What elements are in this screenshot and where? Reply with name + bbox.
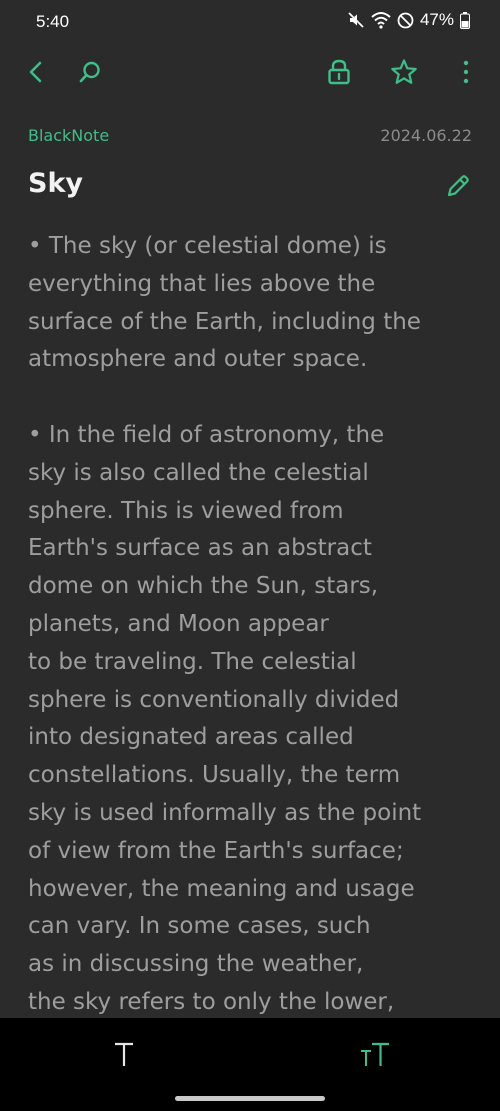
pencil-icon — [444, 175, 472, 204]
back-button[interactable] — [20, 56, 52, 88]
more-button[interactable] — [450, 56, 482, 88]
note-date: 2024.06.22 — [380, 126, 472, 145]
star-icon — [390, 58, 418, 86]
note-paragraph: • In the field of astronomy, the sky is … — [28, 421, 422, 1015]
gesture-nav-handle[interactable] — [175, 1096, 325, 1101]
note-title-row: Sky — [28, 168, 474, 208]
text-size-icon — [358, 1040, 392, 1072]
text-style-button[interactable] — [102, 1036, 146, 1076]
do-not-disturb-icon — [397, 12, 414, 29]
chevron-left-icon — [26, 59, 46, 85]
lock-button[interactable] — [323, 56, 355, 88]
note-meta: BlackNote 2024.06.22 — [28, 126, 472, 148]
folder-name[interactable]: BlackNote — [28, 126, 109, 145]
lock-icon — [326, 58, 352, 86]
status-bar: 5:40 47% — [0, 0, 500, 44]
edit-button[interactable] — [444, 172, 474, 202]
note-body[interactable]: • The sky (or celestial dome) is everyth… — [28, 228, 478, 1018]
status-icons: 47% — [347, 10, 470, 30]
status-time: 5:40 — [36, 12, 70, 31]
text-style-icon — [112, 1040, 136, 1072]
mute-icon — [347, 11, 365, 29]
search-button[interactable] — [74, 56, 106, 88]
note-toolbar — [0, 48, 500, 96]
text-size-button[interactable] — [353, 1036, 397, 1076]
battery-icon — [460, 11, 470, 29]
battery-percent: 47% — [419, 10, 454, 29]
search-icon — [77, 59, 103, 85]
note-title: Sky — [28, 168, 84, 199]
favorite-button[interactable] — [388, 56, 420, 88]
note-paragraph: • The sky (or celestial dome) is everyth… — [28, 233, 421, 373]
more-vertical-icon — [462, 59, 470, 85]
wifi-icon — [371, 11, 391, 29]
